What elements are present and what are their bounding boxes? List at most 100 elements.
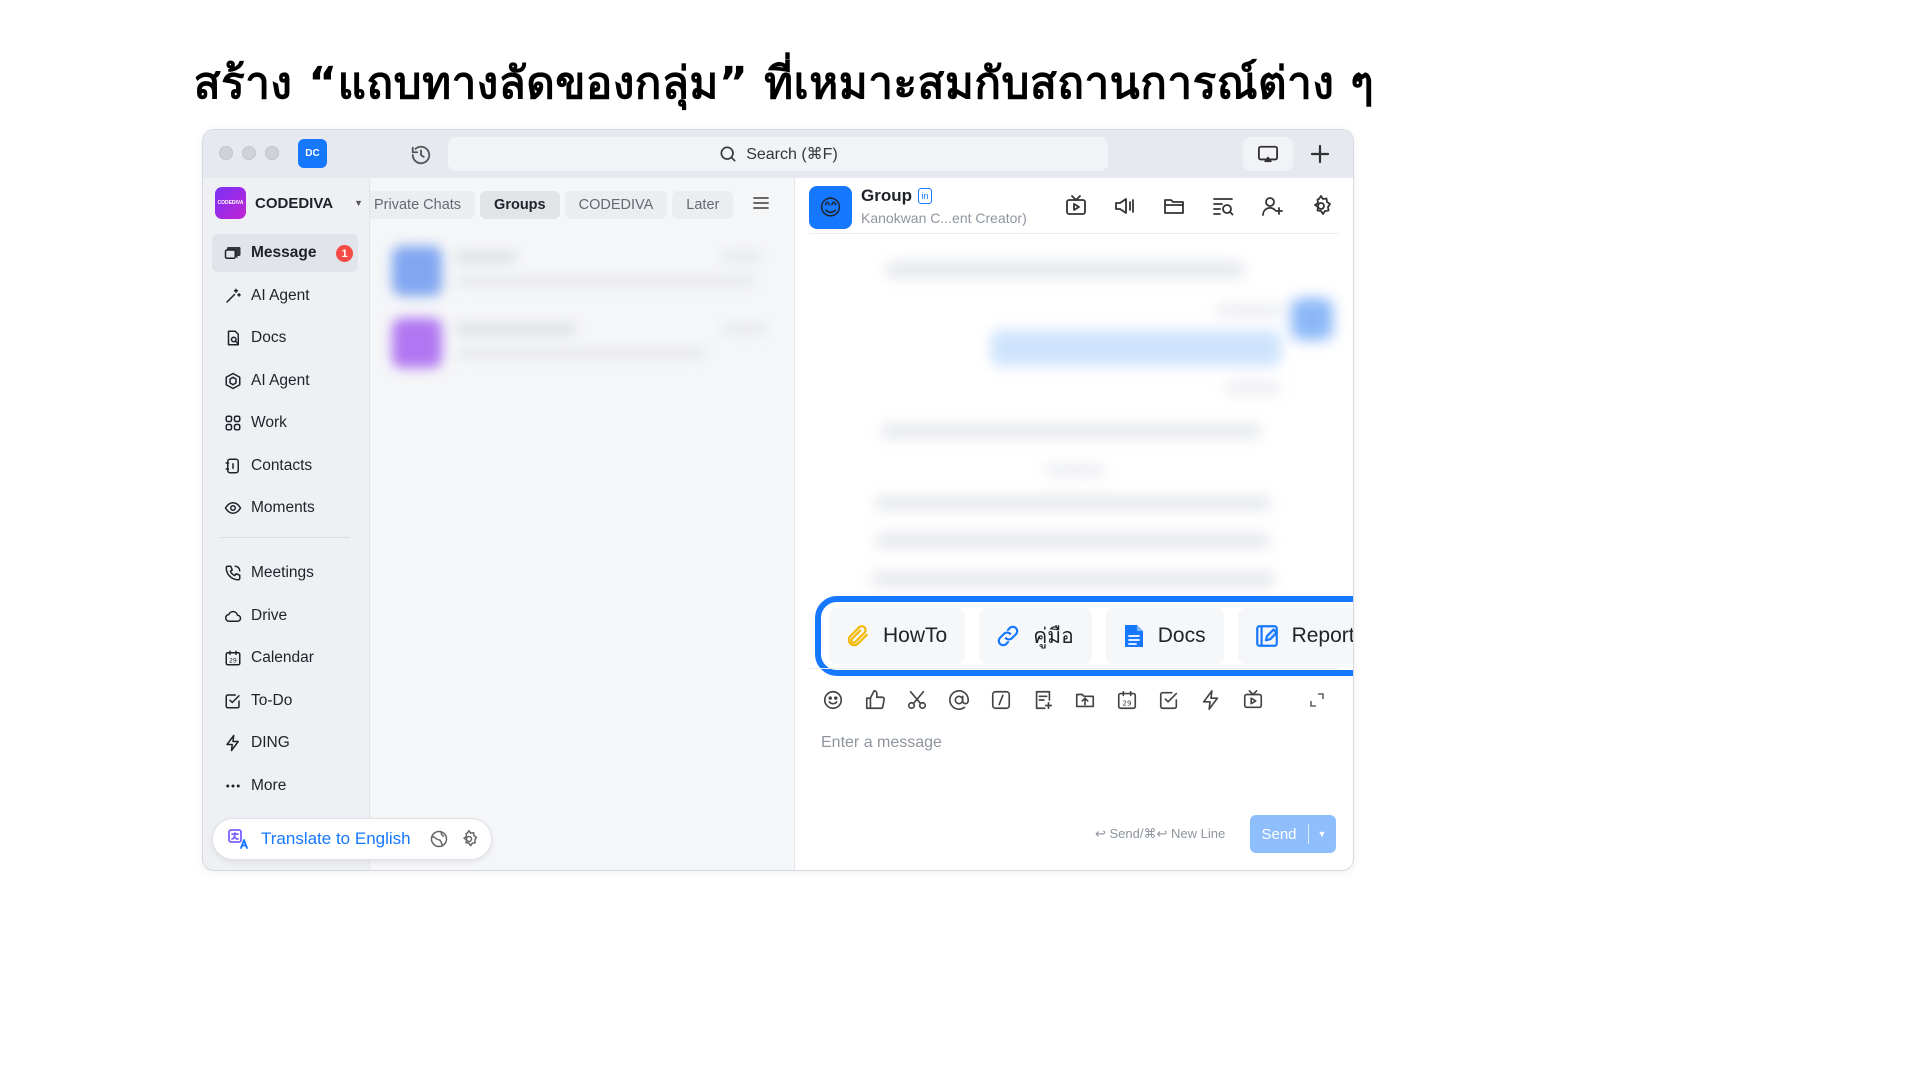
shortcut-howto[interactable]: HowTo (829, 608, 966, 664)
sidebar-item-moments[interactable]: Moments (212, 489, 358, 527)
blurred-message (875, 534, 1271, 548)
sidebar-item-drive[interactable]: Drive (212, 597, 358, 635)
thumbs-up-icon[interactable] (863, 688, 887, 712)
expand-icon[interactable] (1305, 688, 1329, 712)
tab-later[interactable]: Later (672, 191, 734, 219)
screen-cast-icon (1258, 145, 1278, 163)
svg-text:29: 29 (1122, 699, 1132, 708)
shortcut-label: คู่มือ (1033, 624, 1074, 648)
scissors-icon[interactable] (905, 688, 929, 712)
group-name: Group (861, 186, 912, 205)
sidebar-item-calendar[interactable]: 29 Calendar (212, 639, 358, 677)
globe-icon[interactable] (429, 829, 449, 849)
send-shortcut-hint: ↩ Send/⌘↩ New Line (1095, 826, 1226, 841)
ding-bolt-icon[interactable] (1199, 688, 1223, 712)
sidebar-item-label: Drive (251, 606, 288, 624)
sidebar-item-label: Meetings (251, 564, 314, 581)
blurred-message (881, 424, 1261, 438)
blurred-message (1045, 464, 1105, 476)
add-member-icon[interactable] (1258, 192, 1286, 220)
chat-list-panel: Private Chats Groups CODEDIVA Later (369, 178, 795, 870)
create-plus-icon[interactable] (1303, 137, 1337, 171)
live-tv-icon[interactable] (1241, 688, 1265, 712)
sparkle-icon (226, 288, 241, 303)
send-button[interactable]: Send ▼ (1250, 815, 1336, 853)
close-window-button[interactable] (219, 146, 233, 160)
sidebar: CODEDIVA CODEDIVA ▼ Message 1 AI Agent D… (203, 178, 369, 870)
mention-icon[interactable] (947, 688, 971, 712)
phone-icon (225, 565, 241, 581)
hex-agent-icon (225, 372, 241, 389)
sidebar-item-ai-agent[interactable]: AI Agent (212, 277, 358, 315)
tab-groups[interactable]: Groups (480, 191, 560, 219)
shortcut-label: Docs (1157, 624, 1206, 647)
slash-command-icon[interactable] (989, 688, 1013, 712)
menu-icon[interactable] (752, 195, 770, 216)
sidebar-item-meetings[interactable]: Meetings (212, 554, 358, 592)
shortcut-manual[interactable]: คู่มือ (979, 608, 1092, 664)
docs-icon (227, 330, 239, 346)
sidebar-item-todo[interactable]: To-Do (212, 682, 358, 720)
history-icon[interactable] (408, 142, 434, 168)
shortcut-docs[interactable]: Docs (1105, 608, 1224, 664)
conversation-panel: 😊 Group in Kanokwan C...ent Creator) How… (794, 178, 1353, 870)
caret-down-icon: ▼ (354, 198, 363, 208)
search-icon (720, 146, 736, 162)
list-item[interactable] (392, 312, 777, 372)
zoom-window-button[interactable] (265, 146, 279, 160)
profile-avatar[interactable]: DC (298, 139, 327, 168)
sidebar-item-ding[interactable]: DING (212, 724, 358, 762)
sidebar-item-work[interactable]: Work (212, 404, 358, 442)
org-name: CODEDIVA (255, 194, 334, 212)
search-input[interactable]: Search (⌘F) (448, 137, 1108, 171)
chat-tabs: Private Chats Groups CODEDIVA Later (370, 190, 795, 220)
shortcut-label: HowTo (883, 624, 948, 647)
note-add-icon[interactable] (1031, 688, 1055, 712)
header-actions (1062, 192, 1335, 220)
search-placeholder: Search (⌘F) (746, 146, 838, 163)
sidebar-item-contacts[interactable]: Contacts (212, 447, 358, 485)
translate-button[interactable]: Translate to English (261, 829, 411, 849)
unread-badge: 1 (336, 245, 353, 262)
sidebar-divider (220, 537, 350, 538)
shortcut-report[interactable]: Report (1237, 608, 1353, 664)
list-item[interactable] (392, 240, 777, 300)
blurred-message (1215, 304, 1285, 316)
sidebar-item-more[interactable]: More (212, 767, 358, 805)
org-logo: CODEDIVA (215, 187, 247, 219)
folder-icon[interactable] (1160, 192, 1188, 220)
sidebar-item-label: DING (251, 734, 290, 751)
org-switcher[interactable]: CODEDIVA CODEDIVA ▼ (215, 186, 363, 220)
todo-icon (225, 693, 240, 708)
eye-icon (224, 501, 242, 515)
search-history-icon[interactable] (1209, 192, 1237, 220)
settings-gear-icon[interactable] (1307, 192, 1335, 220)
calendar-event-icon[interactable]: 29 (1115, 688, 1139, 712)
page-headline: สร้าง “แถบทางลัดของกลุ่ม” ที่เหมาะสมกับส… (193, 58, 1375, 109)
translate-pill: Translate to English (212, 818, 492, 860)
group-title[interactable]: Group in (861, 186, 932, 206)
tab-codediva[interactable]: CODEDIVA (564, 191, 668, 219)
sidebar-item-ai-agent-2[interactable]: AI Agent (212, 362, 358, 400)
group-avatar[interactable]: 😊 (809, 186, 852, 229)
group-shortcut-bar: HowTo คู่มือ Docs Report (815, 596, 1353, 676)
announcement-icon[interactable] (1111, 192, 1139, 220)
svg-text:29: 29 (229, 658, 237, 665)
sidebar-item-message[interactable]: Message 1 (212, 234, 358, 272)
tab-private-chats[interactable]: Private Chats (370, 191, 476, 219)
sidebar-nav: Message 1 AI Agent Docs AI Agent Work Co… (212, 234, 358, 809)
translate-settings-icon[interactable] (459, 829, 479, 849)
screen-share-button[interactable] (1243, 137, 1293, 171)
task-check-icon[interactable] (1157, 688, 1181, 712)
more-icon (226, 784, 240, 787)
calendar-icon: 29 (225, 650, 241, 666)
minimize-window-button[interactable] (242, 146, 256, 160)
sidebar-item-label: Contacts (251, 456, 313, 474)
emoji-icon[interactable] (821, 688, 845, 712)
upload-folder-icon[interactable] (1073, 688, 1097, 712)
sidebar-item-label: AI Agent (251, 286, 310, 304)
sidebar-item-docs[interactable]: Docs (212, 319, 358, 357)
tv-icon[interactable] (1062, 192, 1090, 220)
message-input[interactable] (821, 731, 1321, 755)
send-options-caret-icon[interactable]: ▼ (1309, 829, 1335, 839)
